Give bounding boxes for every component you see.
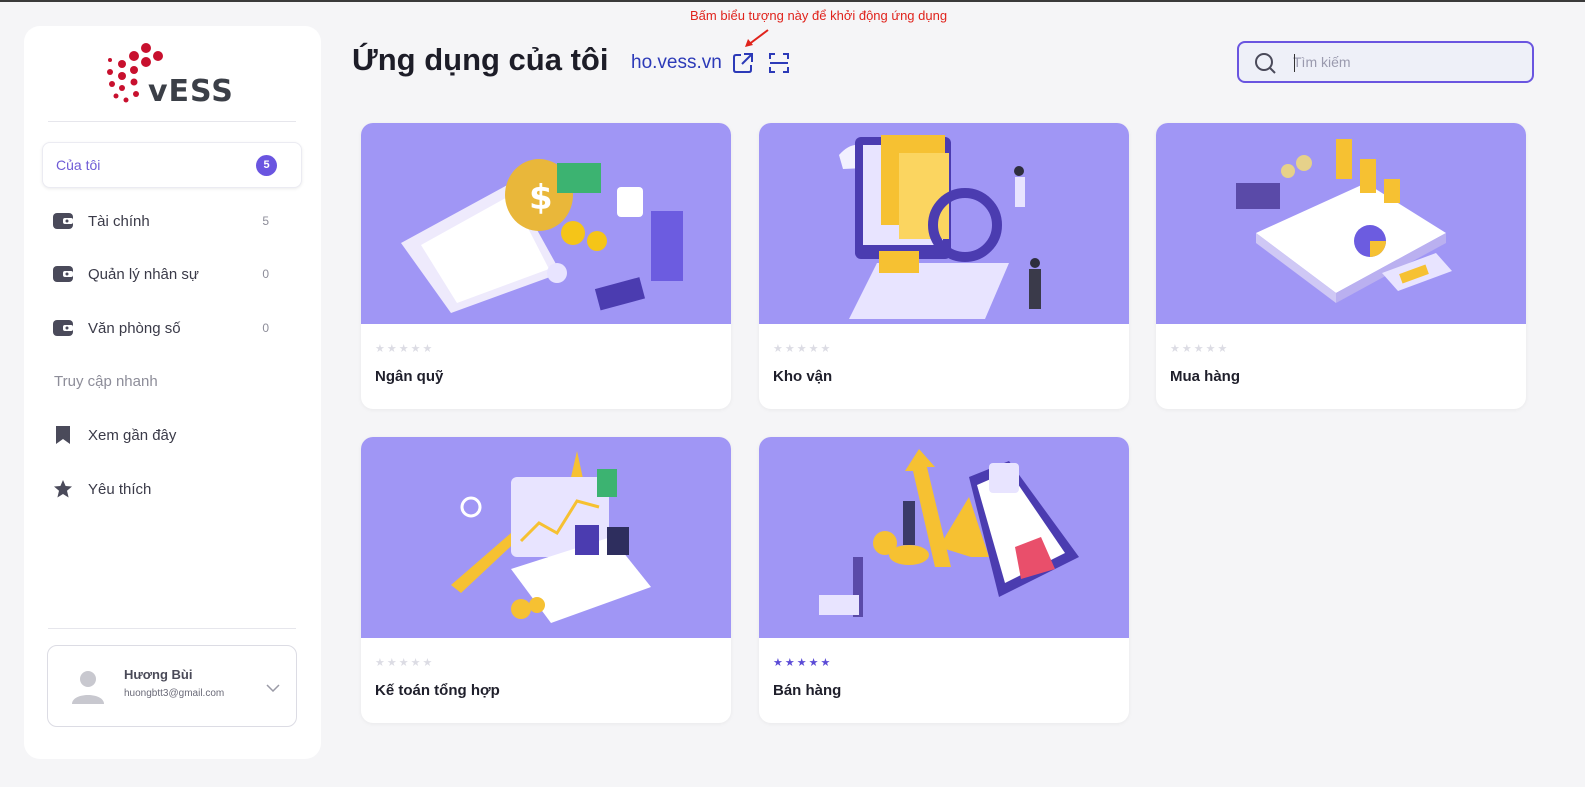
sales-illustration xyxy=(759,437,1129,638)
item-count: 5 xyxy=(262,214,269,228)
app-name: Kho vận xyxy=(773,368,833,385)
sidebar-divider xyxy=(48,121,296,122)
sidebar-item-van-phong-so[interactable]: Văn phòng số 0 xyxy=(42,305,302,351)
warehouse-illustration xyxy=(759,123,1129,324)
logo-text: vESS xyxy=(148,74,234,109)
sidebar-item-xem-gan-day[interactable]: Xem gần đây xyxy=(42,412,302,458)
user-name: Hương Bùi xyxy=(124,667,193,682)
avatar xyxy=(72,671,104,704)
sidebar-item-label: Quản lý nhân sự xyxy=(88,265,199,283)
sidebar-item-label: Yêu thích xyxy=(88,480,152,498)
app-card-kho-van[interactable]: ★★★★★ Kho vận xyxy=(759,123,1129,409)
app-name: Kế toán tổng hợp xyxy=(375,682,500,699)
item-count: 0 xyxy=(262,267,269,281)
chevron-down-icon[interactable] xyxy=(266,684,280,692)
sidebar-item-quan-ly-nhan-su[interactable]: Quản lý nhân sự 0 xyxy=(42,251,302,297)
count-badge: 5 xyxy=(256,154,277,176)
domain-link[interactable]: ho.vess.vn xyxy=(631,52,722,74)
app-name: Bán hàng xyxy=(773,682,842,699)
sidebar-item-label: Tài chính xyxy=(88,212,150,230)
purchasing-illustration xyxy=(1156,123,1526,324)
star-icon xyxy=(54,480,72,498)
rating-stars: ★★★★★ xyxy=(375,343,435,355)
annotation-arrow-icon xyxy=(745,29,769,47)
page-title: Ứng dụng của tôi xyxy=(352,42,609,77)
sidebar-item-label: Xem gần đây xyxy=(88,426,177,444)
sidebar-item-cua-toi[interactable]: Của tôi 5 xyxy=(42,142,302,188)
bookmark-icon xyxy=(56,426,70,444)
rating-stars: ★★★★★ xyxy=(1170,343,1230,355)
sidebar-divider xyxy=(48,628,296,629)
user-profile-card[interactable]: Hương Bùi huongbtt3@gmail.com xyxy=(47,645,297,727)
sidebar-item-label: Văn phòng số xyxy=(88,319,181,337)
quick-access-heading: Truy cập nhanh xyxy=(54,373,158,390)
search-box[interactable] xyxy=(1237,41,1534,83)
svg-text:$: $ xyxy=(529,178,553,218)
annotation-text: Bấm biểu tượng này để khởi động ứng dụng xyxy=(690,8,948,23)
accounting-illustration xyxy=(361,437,731,638)
fullscreen-scan-icon[interactable] xyxy=(768,52,790,74)
window-top-border xyxy=(0,0,1585,2)
app-name: Mua hàng xyxy=(1170,368,1240,385)
rating-stars: ★★★★★ xyxy=(375,657,435,669)
sidebar-item-yeu-thich[interactable]: Yêu thích xyxy=(42,466,302,512)
search-icon xyxy=(1255,53,1276,74)
rating-stars: ★★★★★ xyxy=(773,343,833,355)
sidebar-item-label: Của tôi xyxy=(56,157,101,173)
app-name: Ngân quỹ xyxy=(375,368,444,385)
rating-stars: ★★★★★ xyxy=(773,657,833,669)
app-card-ban-hang[interactable]: ★★★★★ Bán hàng xyxy=(759,437,1129,723)
app-card-ngan-quy[interactable]: $ ★★★★★ Ngân quỹ xyxy=(361,123,731,409)
finance-illustration: $ xyxy=(361,123,731,324)
wallet-icon xyxy=(53,213,73,229)
external-link-icon[interactable] xyxy=(732,52,754,74)
wallet-icon xyxy=(53,266,73,282)
user-email: huongbtt3@gmail.com xyxy=(124,688,225,699)
app-card-mua-hang[interactable]: ★★★★★ Mua hàng xyxy=(1156,123,1526,409)
app-card-ke-toan-tong-hop[interactable]: ★★★★★ Kế toán tổng hợp xyxy=(361,437,731,723)
vess-logo: vESS xyxy=(106,42,246,109)
search-input[interactable] xyxy=(1293,49,1523,75)
text-caret xyxy=(1294,54,1295,72)
sidebar: vESS Của tôi 5 Tài chính 5 Quản lý nhân … xyxy=(24,26,321,759)
sidebar-item-tai-chinh[interactable]: Tài chính 5 xyxy=(42,198,302,244)
wallet-icon xyxy=(53,320,73,336)
item-count: 0 xyxy=(262,321,269,335)
